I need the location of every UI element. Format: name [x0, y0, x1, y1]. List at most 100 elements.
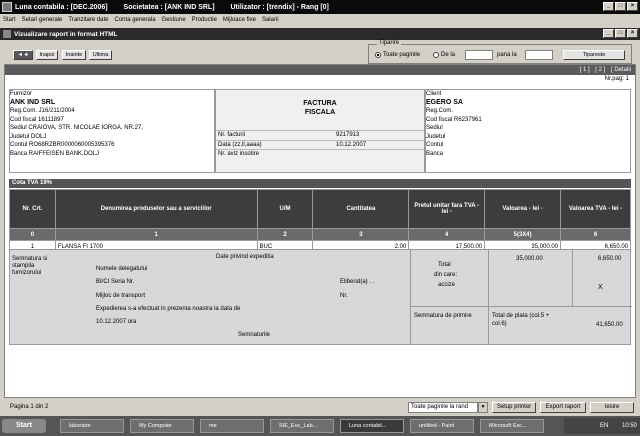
- language-indicator[interactable]: EN: [600, 423, 608, 429]
- page-indicator: Pagina 1 din 2: [10, 404, 49, 410]
- menu-start[interactable]: Start: [3, 17, 16, 23]
- menu-mijloace-fixe[interactable]: Mijloace fixe: [223, 17, 256, 23]
- radio-empty-icon: [433, 52, 439, 58]
- supplier-account: Contul RO68RZBR0000060005395376: [10, 142, 115, 148]
- invoice-date-label: Data (zz,ll,aaaa): [218, 141, 262, 148]
- supplier-county: Judetul DOLJ: [10, 133, 47, 140]
- invoice-details: Nr. facturii 9217913 Data (zz,ll,aaaa) 10.…: [216, 130, 424, 159]
- report-view: [ 1 ] [ 2 ] [ Detalii Nr.pag: 1 Furnizor…: [4, 64, 636, 398]
- supplier-bank: Banca RAIFFEISEN BANK,DOLJ: [10, 150, 100, 157]
- print-mode-select[interactable]: Toate paginile la rand: [408, 402, 478, 413]
- menu-conta-generala[interactable]: Conta generala: [115, 17, 156, 23]
- total-label: Total: [438, 262, 451, 268]
- signatures-label: Semnaturile: [238, 332, 271, 338]
- col-name: Denumirea produselor sau a serviciilor: [54, 189, 258, 229]
- vat-rate-bar: Cota TVA 19%: [9, 179, 631, 188]
- col-price: Pretul unitar fara TVA - lei -: [408, 189, 486, 229]
- transport-label: Mijloc de transport: [96, 293, 146, 299]
- setup-printer-button[interactable]: Setup printer: [492, 402, 536, 413]
- total-vat: 6,650.00: [598, 256, 622, 262]
- client-account: Contul: [426, 142, 444, 148]
- idx-6: 6: [560, 228, 631, 241]
- first-page-icon: ◄◄: [17, 52, 29, 58]
- maximize-icon[interactable]: □: [615, 2, 626, 11]
- idx-0: 0: [9, 228, 56, 241]
- idx-1: 1: [54, 228, 258, 241]
- payment-total-value: 41,650.00: [596, 322, 623, 328]
- invoice-number-label: Nr. facturii: [218, 132, 246, 138]
- task-luna-contabila[interactable]: Luna contabil...: [340, 419, 404, 433]
- id-label: BI/CI Seria Nr.: [96, 279, 135, 285]
- supplier-reg: Reg.Com. J16/211/2004: [10, 108, 75, 114]
- report-page-links: [ 1 ] [ 2 ] [ Detalii: [5, 65, 635, 75]
- from-radio[interactable]: De la: [433, 52, 455, 58]
- last-button[interactable]: Ultima: [89, 50, 112, 60]
- idx-4: 4: [408, 228, 486, 241]
- client-seat: Sediul: [426, 125, 443, 131]
- supplier-label: Furnizor: [10, 91, 33, 97]
- invoice-title: FACTURA: [303, 100, 337, 107]
- col-um: U/M: [256, 189, 314, 229]
- of-which-label: din care:: [434, 272, 458, 278]
- supplier-cf: Cod fiscal 16111897: [10, 116, 64, 123]
- column-index-row: 0 1 2 3 4 5(3X4) 6: [9, 228, 631, 241]
- back-button[interactable]: Inapoi: [36, 50, 58, 60]
- all-pages-label: Toate paginile: [383, 52, 421, 58]
- task-me[interactable]: me: [200, 419, 264, 433]
- page-number: Nr.pag: 1: [604, 76, 629, 82]
- menu-productie[interactable]: Productie: [192, 17, 217, 23]
- col-value: Valoarea - lei -: [484, 189, 562, 229]
- sub-maximize-icon[interactable]: □: [615, 29, 626, 38]
- payment-total-label: Total de plata (col.5 + col.6): [492, 313, 550, 327]
- print-group: Tiparire Toate paginile De la pana la Ti…: [368, 40, 632, 64]
- menu-tranzitare-date[interactable]: Tranzitare date: [68, 17, 108, 23]
- details-link[interactable]: [ Detalii: [611, 67, 631, 73]
- page-link-1[interactable]: [ 1 ]: [580, 67, 590, 73]
- sub-minimize-icon[interactable]: _: [603, 29, 614, 38]
- dispatch-label: Expedierea s-a efectuat in prezenta noas…: [96, 306, 241, 312]
- task-laborator[interactable]: laborator: [60, 419, 124, 433]
- title-user: Utilizator : [trendix] - Rang [0]: [230, 3, 329, 11]
- idx-2: 2: [256, 228, 314, 241]
- clock: 10:50: [621, 423, 637, 429]
- first-page-button[interactable]: ◄◄: [13, 50, 33, 60]
- page-link-2[interactable]: [ 2 ]: [595, 67, 605, 73]
- chevron-down-icon[interactable]: ▼: [478, 402, 488, 413]
- supplier-name: ANK IND SRL: [10, 98, 56, 106]
- menu-salarii[interactable]: Salarii: [262, 17, 279, 23]
- invoice-block: FACTURA FISCALA Nr. facturii 9217913 Data…: [215, 89, 425, 173]
- invoice-subtitle: FISCALA: [304, 108, 336, 116]
- report-window-title-text: Vizualizare raport in format HTML: [14, 30, 118, 38]
- all-pages-radio[interactable]: Toate paginile: [375, 52, 420, 58]
- supplier-block: Furnizor ANK IND SRL Reg.Com. J16/211/20…: [9, 89, 215, 173]
- col-nr: Nr. Crt.: [9, 189, 56, 229]
- dispatch-datetime: 10.12.2007 ora: [96, 319, 137, 325]
- menu-setari-generale[interactable]: Setari generale: [22, 17, 63, 23]
- print-button[interactable]: Tipareste: [563, 50, 625, 60]
- window-icon: [3, 30, 11, 38]
- exit-button[interactable]: Iesire: [590, 402, 634, 413]
- from-page-input[interactable]: [465, 50, 493, 60]
- client-block: Client EGERO SA Reg.Com. Cod fiscal R623…: [425, 89, 631, 173]
- col-qty: Cantitatea: [312, 189, 410, 229]
- idx-3: 3: [312, 228, 410, 241]
- supplier-signature-label: Semnatura si stampila furnizorului: [12, 256, 48, 276]
- task-paint[interactable]: untitled - Paint: [410, 419, 474, 433]
- minimize-icon[interactable]: _: [603, 2, 614, 11]
- invoice-number: 9217913: [336, 132, 360, 138]
- task-excel[interactable]: Microsoft Exc...: [480, 419, 544, 433]
- to-label: pana la: [497, 52, 517, 58]
- export-report-button[interactable]: Export raport: [540, 402, 586, 413]
- to-page-input[interactable]: [525, 50, 553, 60]
- task-sie[interactable]: SIE_Euc_Lab...: [270, 419, 334, 433]
- menu-gestiune[interactable]: Gestiune: [162, 17, 186, 23]
- col-vat: Valoarea TVA - lei -: [560, 189, 631, 229]
- start-button[interactable]: Start: [2, 419, 46, 433]
- close-icon[interactable]: ×: [627, 2, 638, 11]
- task-my-computer[interactable]: My Computer: [130, 419, 194, 433]
- delegate-label: Numele delegatului: [96, 266, 148, 272]
- sub-close-icon[interactable]: ×: [627, 29, 638, 38]
- next-button[interactable]: Inainte: [62, 50, 86, 60]
- issued-label: Eliberat(a) . .: [340, 279, 375, 285]
- invoice-date: 10.12.2007: [336, 141, 367, 148]
